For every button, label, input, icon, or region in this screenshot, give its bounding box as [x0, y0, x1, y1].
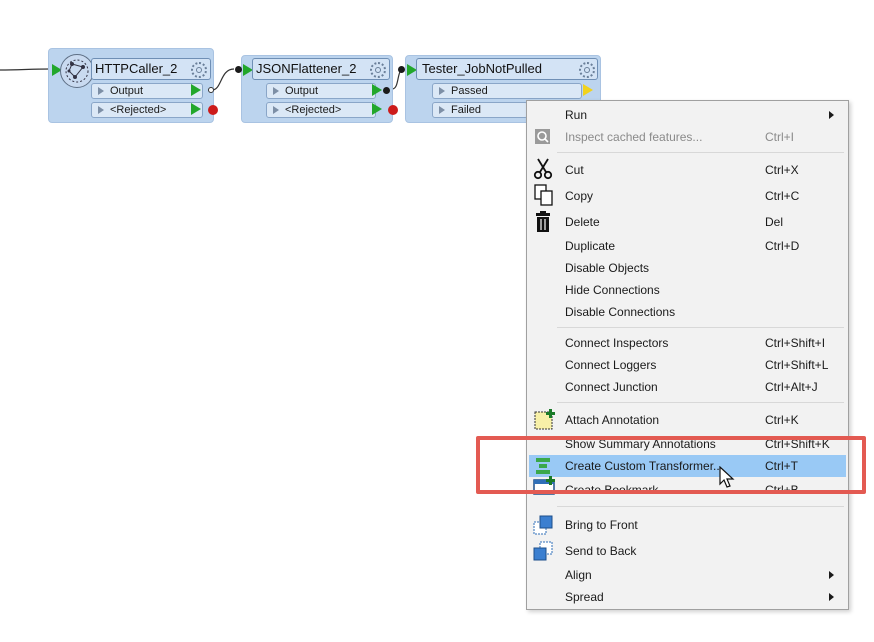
submenu-arrow-icon: [829, 571, 834, 579]
output-port[interactable]: Output: [91, 83, 203, 99]
mouse-cursor-icon: [719, 466, 735, 488]
highlight-callout: [476, 436, 866, 494]
output-flag-icon[interactable]: [372, 84, 382, 96]
annotation-icon: [533, 409, 555, 430]
connection-point-icon[interactable]: [208, 87, 214, 93]
menu-separator: [557, 327, 844, 328]
menu-item-align[interactable]: Align: [529, 564, 846, 586]
expand-arrow-icon: [273, 87, 279, 95]
menu-item-copy[interactable]: Copy Ctrl+C: [529, 184, 846, 207]
transformer-httpcaller[interactable]: HTTPCaller_2 Output <Rejected>: [48, 48, 218, 123]
menu-item-disable-objects[interactable]: Disable Objects: [529, 257, 846, 279]
port-label: <Rejected>: [110, 104, 167, 116]
httpcaller-icon: [60, 54, 94, 88]
menu-separator: [557, 402, 844, 403]
transformer-title: HTTPCaller_2: [95, 61, 178, 76]
transformer-jsonflattener[interactable]: JSONFlattener_2 Output <Rejected>: [235, 55, 398, 123]
passed-port[interactable]: Passed: [432, 83, 582, 99]
rejected-flag-icon[interactable]: [191, 103, 201, 115]
output-flag-icon[interactable]: [191, 84, 201, 96]
gear-icon[interactable]: [579, 62, 595, 78]
passed-flag-icon[interactable]: [583, 84, 593, 96]
rejected-port[interactable]: <Rejected>: [91, 102, 203, 118]
menu-item-duplicate[interactable]: Duplicate Ctrl+D: [529, 235, 846, 257]
gear-icon[interactable]: [191, 62, 207, 78]
menu-item-connect-junction[interactable]: Connect Junction Ctrl+Alt+J: [529, 376, 846, 398]
gear-icon[interactable]: [370, 62, 386, 78]
scissors-icon: [533, 158, 553, 180]
rejected-dot-icon[interactable]: [388, 105, 398, 115]
expand-arrow-icon: [439, 106, 445, 114]
transformer-title: Tester_JobNotPulled: [422, 61, 542, 76]
menu-item-delete[interactable]: Delete Del: [529, 211, 846, 233]
menu-item-attach-annotation[interactable]: Attach Annotation Ctrl+K: [529, 409, 846, 431]
menu-item-spread[interactable]: Spread: [529, 586, 846, 608]
port-label: Output: [285, 85, 319, 97]
menu-separator: [557, 152, 844, 153]
connection-junction-icon[interactable]: [398, 66, 405, 73]
port-label: Passed: [451, 85, 488, 97]
expand-arrow-icon: [439, 87, 445, 95]
send-to-back-icon: [533, 541, 553, 561]
submenu-arrow-icon: [829, 111, 834, 119]
failed-port[interactable]: Failed: [432, 102, 528, 118]
menu-separator: [557, 506, 844, 507]
submenu-arrow-icon: [829, 593, 834, 601]
menu-item-connect-inspectors[interactable]: Connect Inspectors Ctrl+Shift+I: [529, 332, 846, 354]
menu-item-disable-connections[interactable]: Disable Connections: [529, 301, 846, 323]
menu-item-cut[interactable]: Cut Ctrl+X: [529, 158, 846, 181]
connection-point-icon[interactable]: [383, 87, 390, 94]
copy-icon: [533, 184, 553, 206]
trash-icon: [533, 211, 553, 232]
expand-arrow-icon: [98, 87, 104, 95]
menu-item-connect-loggers[interactable]: Connect Loggers Ctrl+Shift+L: [529, 354, 846, 376]
transformer-title: JSONFlattener_2: [256, 61, 357, 76]
output-port[interactable]: Output: [266, 83, 376, 99]
port-label: Output: [110, 85, 144, 97]
expand-arrow-icon: [98, 106, 104, 114]
bring-to-front-icon: [533, 515, 553, 535]
menu-item-bring-to-front[interactable]: Bring to Front: [529, 514, 846, 536]
connection-junction-icon[interactable]: [235, 66, 242, 73]
rejected-port[interactable]: <Rejected>: [266, 102, 376, 118]
port-label: Failed: [451, 104, 481, 116]
menu-item-inspect-cached[interactable]: Inspect cached features... Ctrl+I: [529, 126, 846, 148]
rejected-dot-icon[interactable]: [208, 105, 218, 115]
menu-item-run[interactable]: Run: [529, 104, 846, 126]
port-label: <Rejected>: [285, 104, 342, 116]
rejected-flag-icon[interactable]: [372, 103, 382, 115]
inspect-icon: [533, 128, 553, 146]
expand-arrow-icon: [273, 106, 279, 114]
menu-item-hide-connections[interactable]: Hide Connections: [529, 279, 846, 301]
menu-item-send-to-back[interactable]: Send to Back: [529, 540, 846, 562]
context-menu: Run Inspect cached features... Ctrl+I Cu…: [526, 100, 849, 610]
